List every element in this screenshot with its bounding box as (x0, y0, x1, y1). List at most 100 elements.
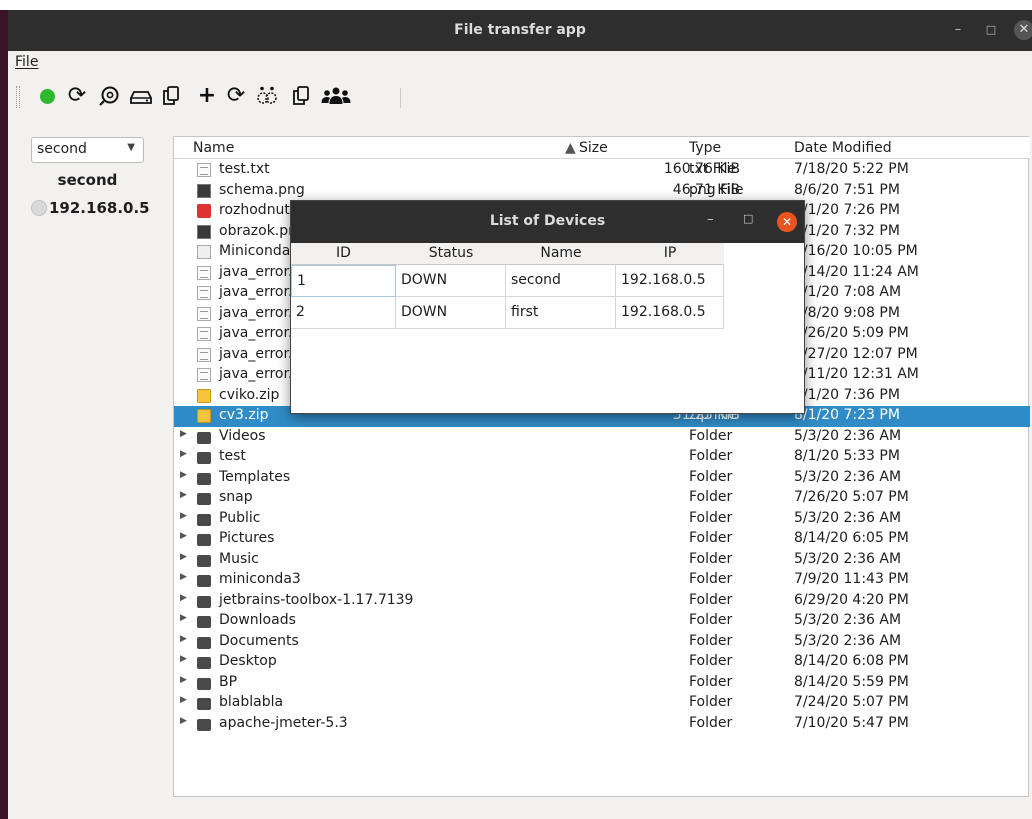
device-cell-ip[interactable]: 192.168.0.5 (616, 297, 724, 329)
column-header-status[interactable]: Status (396, 245, 506, 261)
folder-icon (197, 534, 211, 546)
column-header-type[interactable]: Type (689, 140, 721, 156)
table-row[interactable]: ▶ Downloads Folder 5/3/20 2:36 AM (174, 611, 1030, 632)
toolbar-grip[interactable] (16, 86, 20, 108)
table-row[interactable]: test.txt 160.76 KiB txt File 7/18/20 5:22 P… (174, 160, 1030, 181)
cell-date: 7/10/20 5:47 PM (794, 714, 909, 731)
refresh-icon[interactable]: ⟳ (224, 84, 248, 108)
table-row[interactable]: ▶ Music Folder 5/3/20 2:36 AM (174, 550, 1030, 571)
device-cell-name[interactable]: first (506, 297, 616, 329)
device-cell-name[interactable]: second (506, 265, 616, 297)
expand-arrow-icon[interactable]: ▶ (180, 593, 187, 603)
copy-icon[interactable] (159, 84, 183, 108)
cell-type: Folder (689, 571, 733, 587)
radio-icon[interactable] (31, 200, 47, 216)
expand-arrow-icon[interactable]: ▶ (180, 654, 187, 664)
column-header-name[interactable]: Name (193, 140, 234, 156)
column-header-ip[interactable]: IP (616, 245, 724, 261)
file-table-header: Name ▲ Size Type Date Modified (174, 137, 1030, 159)
text-file-icon (197, 347, 211, 362)
table-row[interactable]: ▶ Videos Folder 5/3/20 2:36 AM (174, 427, 1030, 448)
expand-arrow-icon[interactable]: ▶ (180, 470, 187, 480)
cell-name: Videos (219, 427, 266, 444)
cell-date: 8/1/20 7:08 AM (794, 284, 902, 300)
table-row[interactable]: ▶ Documents Folder 5/3/20 2:36 AM (174, 632, 1030, 653)
table-row[interactable]: ▶ miniconda3 Folder 7/9/20 11:43 PM (174, 570, 1030, 591)
close-icon[interactable]: ✕ (777, 212, 797, 232)
maximize-icon[interactable]: □ (981, 20, 1001, 40)
device-cell-id[interactable]: 1 (291, 265, 396, 297)
cell-name: Pictures (219, 530, 275, 546)
device-cell-ip[interactable]: 192.168.0.5 (616, 265, 724, 297)
add-icon[interactable]: + (195, 84, 219, 108)
expand-arrow-icon[interactable]: ▶ (180, 675, 187, 685)
expand-arrow-icon[interactable]: ▶ (180, 716, 187, 726)
text-file-icon (197, 286, 211, 300)
column-header-size[interactable]: Size (579, 140, 608, 156)
table-row[interactable]: ▶ apache-jmeter-5.3 Folder 7/10/20 5:47 PM (174, 714, 1030, 735)
copy-icon[interactable] (289, 84, 313, 108)
table-row[interactable]: ▶ snap Folder 7/26/20 5:07 PM (174, 488, 1030, 509)
expand-arrow-icon[interactable]: ▶ (180, 490, 187, 500)
folder-icon (197, 575, 211, 587)
dialog-title-bar[interactable]: List of Devices – □ ✕ (291, 201, 804, 243)
folder-icon (197, 698, 211, 710)
device-radio[interactable]: 192.168.0.5 (31, 199, 150, 217)
menu-file[interactable]: File (15, 54, 38, 70)
expand-arrow-icon[interactable]: ▶ (180, 531, 187, 541)
column-header-id[interactable]: ID (291, 245, 396, 261)
table-row[interactable]: ▶ test Folder 8/1/20 5:33 PM (174, 447, 1030, 468)
expand-arrow-icon[interactable]: ▶ (180, 613, 187, 623)
folder-icon (197, 595, 211, 608)
table-row[interactable]: schema.png 46.71 KiB png File 8/6/20 7:51 P… (174, 181, 1030, 202)
expand-arrow-icon[interactable]: ▶ (180, 572, 187, 582)
table-row[interactable]: ▶ Desktop Folder 8/14/20 6:08 PM (174, 652, 1030, 673)
device-table[interactable]: ID Status Name IP 1 DOWN second 192.168.0.5… (291, 243, 804, 413)
table-row[interactable]: ▶ Templates Folder 5/3/20 2:36 AM (174, 468, 1030, 489)
table-row[interactable]: ▶ BP Folder 8/14/20 5:59 PM (174, 673, 1030, 694)
table-row[interactable]: ▶ blablabla Folder 7/24/20 5:07 PM (174, 693, 1030, 714)
column-header-date[interactable]: Date Modified (794, 140, 892, 156)
expand-arrow-icon[interactable]: ▶ (180, 511, 187, 521)
cell-date: 5/3/20 2:36 AM (794, 550, 902, 567)
device-cell-status[interactable]: DOWN (396, 297, 506, 329)
title-bar[interactable]: File transfer app – □ ✕ (8, 10, 1032, 51)
minimize-icon[interactable]: – (948, 20, 968, 40)
minimize-icon[interactable]: – (707, 212, 714, 227)
scan-icon[interactable] (97, 84, 121, 108)
folder-icon (197, 452, 211, 464)
device-cell-status[interactable]: DOWN (396, 265, 506, 297)
device-select[interactable]: second ▼ (31, 137, 144, 163)
table-row[interactable]: ▶ Public Folder 5/3/20 2:36 AM (174, 509, 1030, 530)
refresh-icon[interactable]: ⟳ (65, 84, 89, 108)
cell-type: Folder (689, 489, 733, 505)
expand-arrow-icon[interactable]: ▶ (180, 552, 187, 562)
cell-date: 8/1/20 7:36 PM (794, 386, 900, 403)
cell-type: Folder (689, 673, 733, 690)
table-row[interactable]: ▶ Pictures Folder 8/14/20 6:05 PM (174, 529, 1030, 550)
expand-arrow-icon[interactable]: ▶ (180, 695, 187, 705)
device-cell-id[interactable]: 2 (291, 297, 396, 329)
folder-icon (197, 657, 211, 669)
connect-icon[interactable] (35, 84, 59, 108)
table-row[interactable]: ▶ jetbrains-toolbox-1.17.7139 Folder 6/29/2… (174, 591, 1030, 612)
close-icon[interactable]: ✕ (1014, 20, 1032, 40)
maximize-icon[interactable]: □ (743, 212, 753, 225)
cell-name: Downloads (219, 612, 296, 628)
chevron-down-icon: ▼ (127, 142, 135, 153)
cell-type: Folder (689, 509, 733, 526)
toolbar: ⟳ + ⟳ (8, 75, 1032, 117)
column-header-name[interactable]: Name (506, 245, 616, 261)
folder-icon (197, 616, 211, 628)
cell-date: 8/8/20 9:08 PM (794, 304, 900, 321)
cell-type: Folder (689, 653, 733, 669)
cell-date: 7/26/20 5:09 PM (794, 325, 909, 341)
cell-name: Public (219, 509, 261, 526)
people-icon[interactable] (321, 84, 351, 108)
cell-date: 7/14/20 11:24 AM (794, 263, 919, 280)
expand-arrow-icon[interactable]: ▶ (180, 449, 187, 459)
expand-arrow-icon[interactable]: ▶ (180, 429, 187, 439)
drive-icon[interactable] (129, 84, 153, 108)
find-devices-icon[interactable] (255, 84, 279, 108)
expand-arrow-icon[interactable]: ▶ (180, 634, 187, 644)
